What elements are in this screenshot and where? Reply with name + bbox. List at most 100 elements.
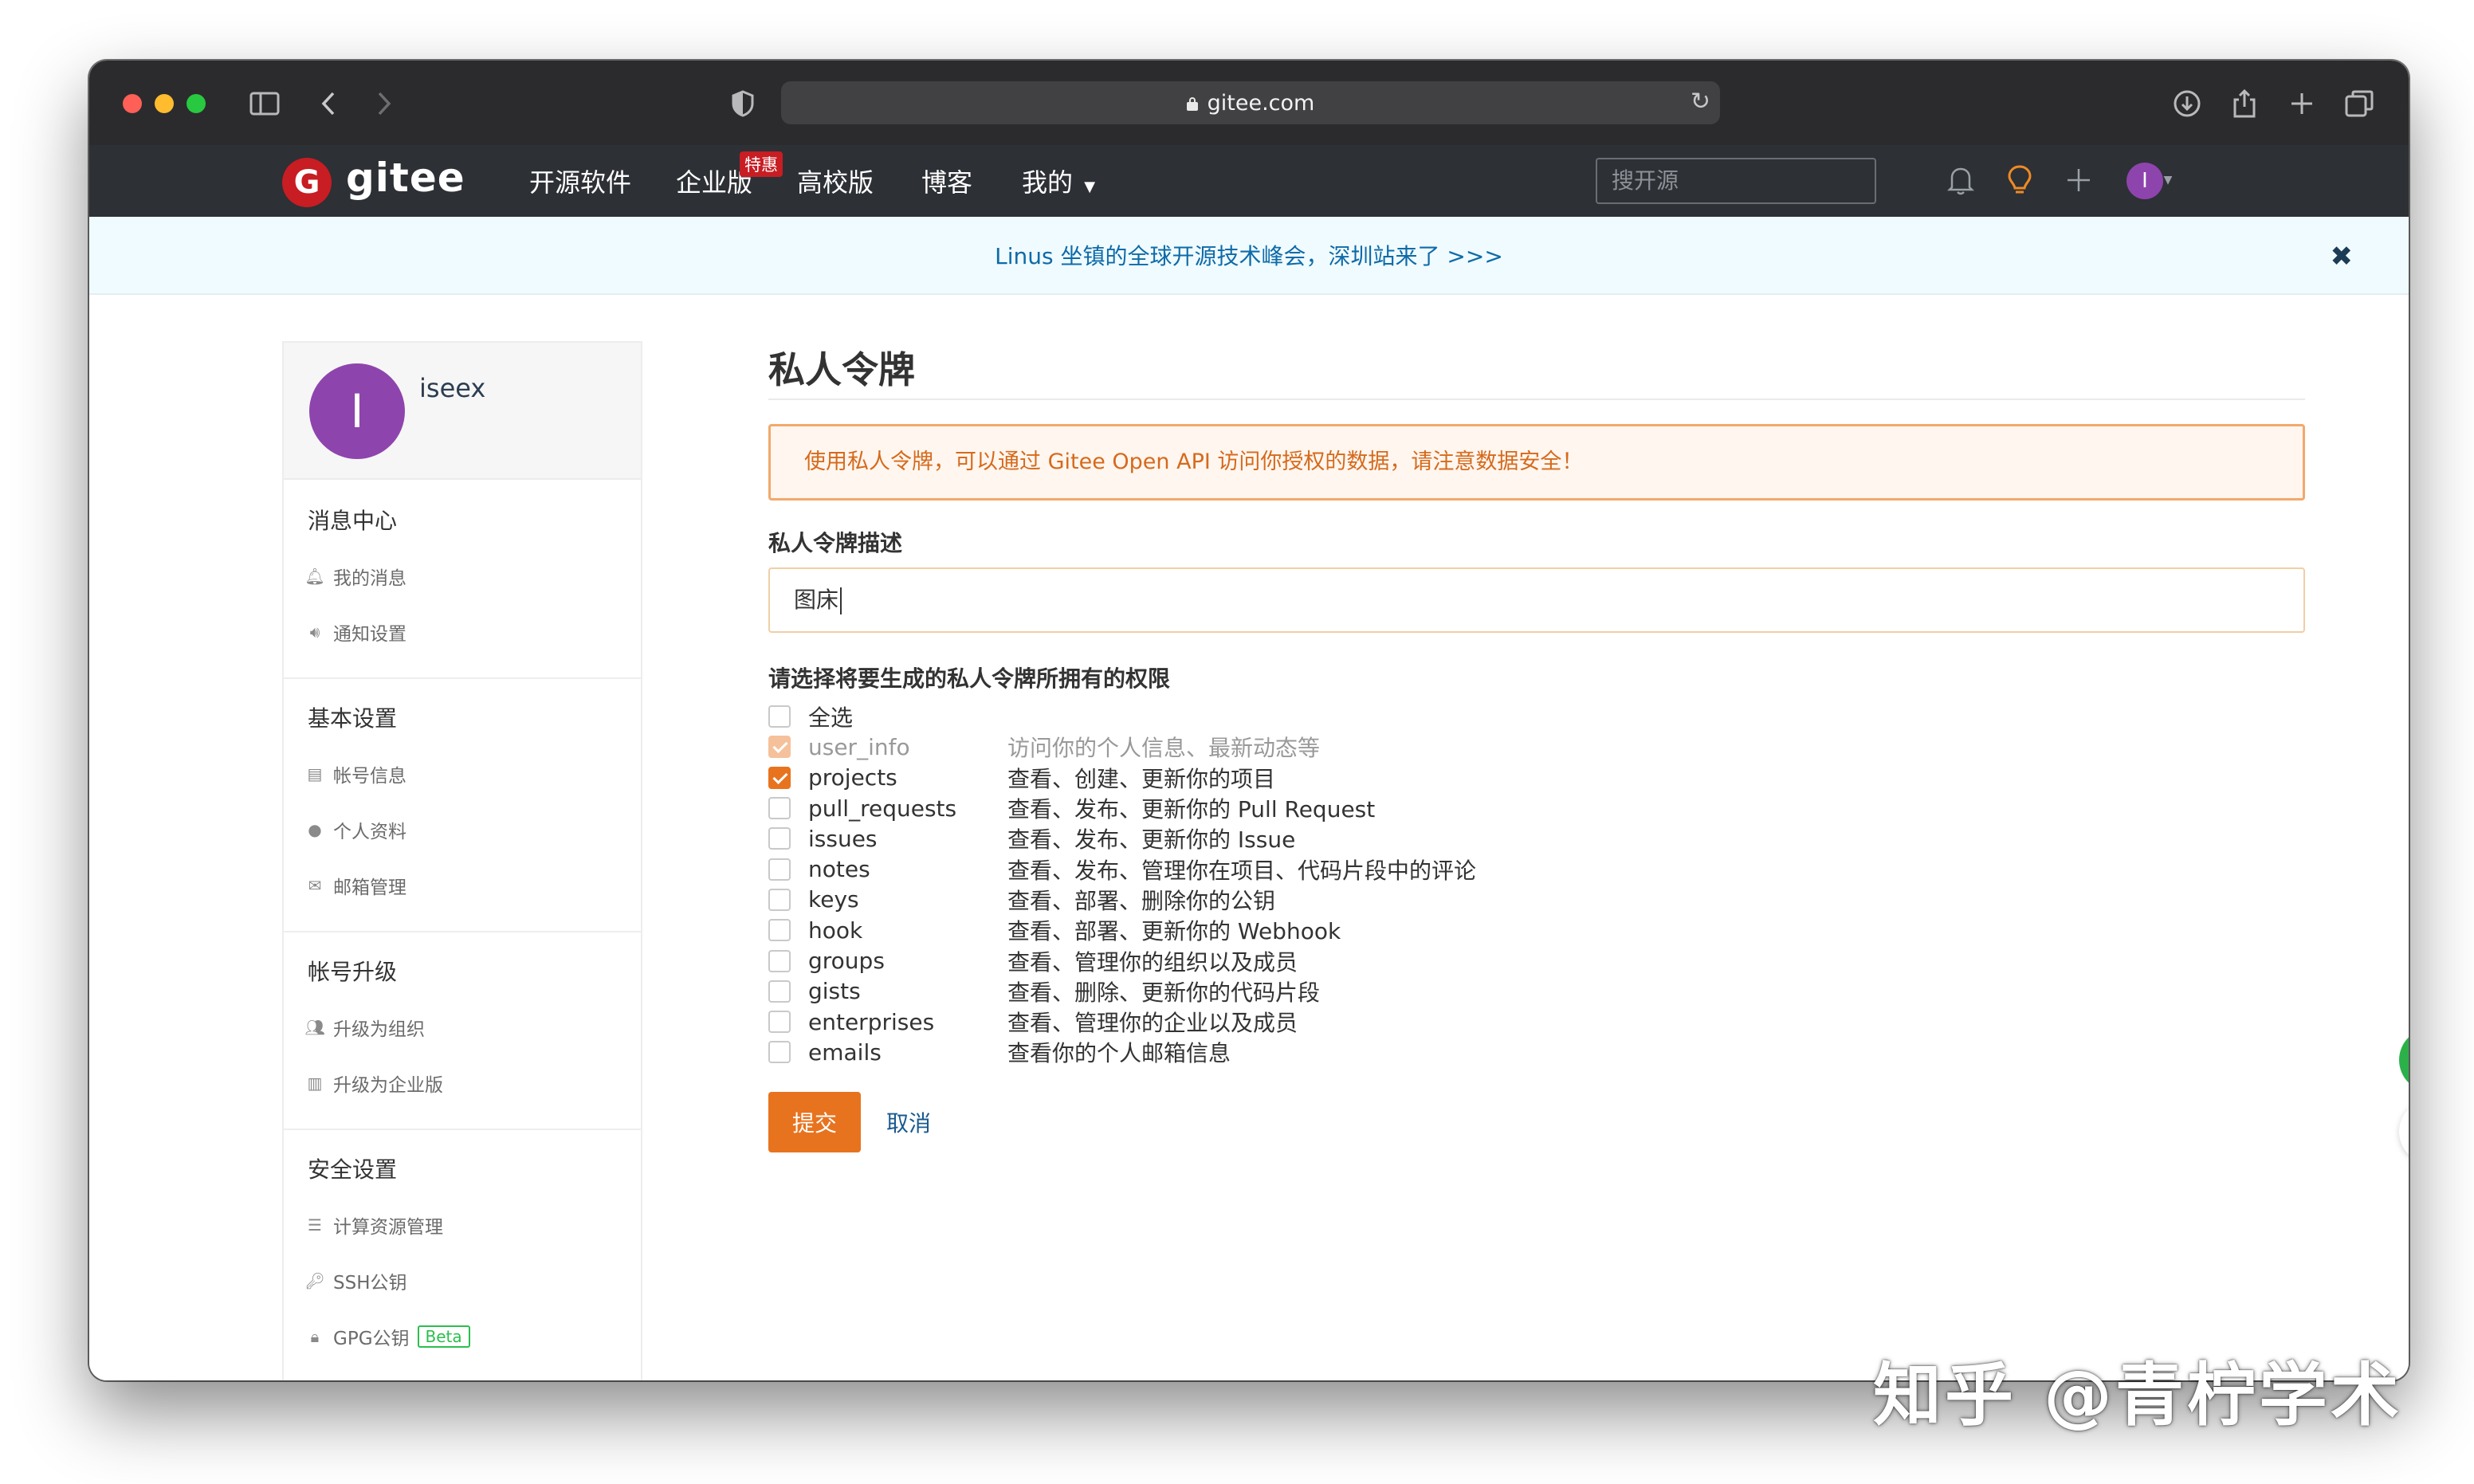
building-icon: ▥ xyxy=(307,1074,323,1093)
divider xyxy=(284,931,641,932)
cancel-link[interactable]: 取消 xyxy=(886,1106,931,1138)
url-text: gitee.com xyxy=(1207,90,1315,116)
permission-desc: 查看、发布、管理你在项目、代码片段中的评论 xyxy=(1007,857,1477,884)
sidebar-item-account-info[interactable]: ▤ 帐号信息 xyxy=(306,760,406,787)
sidebar-item-compute-resources[interactable]: ☰ 计算资源管理 xyxy=(306,1211,443,1239)
bell-icon: 🔔︎ xyxy=(304,567,325,586)
permissions-list: 全选 user_info 访问你的个人信息、最新动态等 projects 查看、… xyxy=(768,701,2305,1068)
enterprises-checkbox[interactable] xyxy=(768,1011,791,1034)
token-description-input[interactable]: 图床 xyxy=(768,567,2305,633)
tab-overview-icon[interactable] xyxy=(2340,84,2378,123)
permission-desc: 查看、删除、更新你的代码片段 xyxy=(1007,979,1321,1006)
avatar-caret-icon[interactable]: ▼ xyxy=(2158,161,2178,199)
permission-groups[interactable]: groups 查看、管理你的组织以及成员 xyxy=(768,945,2305,976)
sidebar-item-upgrade-enterprise[interactable]: ▥ 升级为企业版 xyxy=(306,1070,443,1097)
permission-desc: 查看、发布、更新你的 Issue xyxy=(1007,826,1296,854)
username[interactable]: iseex xyxy=(419,373,485,403)
section-title-messages: 消息中心 xyxy=(308,508,398,534)
search-input[interactable]: 搜开源 xyxy=(1596,158,1876,204)
select-all-checkbox[interactable] xyxy=(768,705,791,728)
nav-education[interactable]: 高校版 xyxy=(797,163,874,199)
banner-link[interactable]: Linus 坐镇的全球开源技术峰会，深圳站来了 >>> xyxy=(995,239,1503,271)
browser-window: gitee.com ↻ G gitee 开源软件 企业版 特惠 高校版 博客 我… xyxy=(89,61,2409,1380)
section-title-security: 安全设置 xyxy=(308,1156,398,1183)
permission-emails[interactable]: emails 查看你的个人邮箱信息 xyxy=(768,1037,2305,1067)
permission-enterprises[interactable]: enterprises 查看、管理你的企业以及成员 xyxy=(768,1007,2305,1037)
sidebar-item-label: 邮箱管理 xyxy=(333,877,406,898)
promo-badge: 特惠 xyxy=(740,151,783,177)
keys-checkbox[interactable] xyxy=(768,888,791,911)
permission-projects[interactable]: projects 查看、创建、更新你的项目 xyxy=(768,763,2305,793)
sidebar-item-my-messages[interactable]: 🔔︎ 我的消息 xyxy=(304,563,406,590)
permission-pull-requests[interactable]: pull_requests 查看、发布、更新你的 Pull Request xyxy=(768,793,2305,823)
emails-checkbox[interactable] xyxy=(768,1041,791,1064)
share-icon[interactable] xyxy=(2225,84,2264,123)
sidebar-item-gpg-keys[interactable]: 🔒︎ GPG公钥 Beta xyxy=(306,1323,470,1350)
close-icon[interactable]: ✖ xyxy=(2331,241,2354,273)
hook-checkbox[interactable] xyxy=(768,919,791,942)
nav-blog[interactable]: 博客 xyxy=(921,163,972,199)
nav-mine[interactable]: 我的 ▼ xyxy=(1022,163,1095,199)
sidebar-item-email[interactable]: ✉ 邮箱管理 xyxy=(306,872,406,899)
projects-checkbox[interactable] xyxy=(768,766,791,789)
id-card-icon: ▤ xyxy=(307,764,323,783)
address-bar[interactable]: gitee.com ↻ xyxy=(781,81,1720,124)
form-actions: 提交 取消 xyxy=(768,1091,2305,1152)
notes-checkbox[interactable] xyxy=(768,858,791,881)
sidebar-item-ssh-keys[interactable]: 🔑︎ SSH公钥 xyxy=(304,1267,406,1294)
permission-desc: 查看、管理你的企业以及成员 xyxy=(1007,1010,1298,1037)
permission-hook[interactable]: hook 查看、部署、更新你的 Webhook xyxy=(768,915,2305,945)
user-icon: ● xyxy=(308,820,322,839)
sidebar-toggle-icon[interactable] xyxy=(245,84,284,123)
permission-gists[interactable]: gists 查看、删除、更新你的代码片段 xyxy=(768,976,2305,1007)
forward-icon[interactable] xyxy=(368,84,400,123)
description-label: 私人令牌描述 xyxy=(768,530,903,556)
sidebar-item-notification-settings[interactable]: 🔊︎ 通知设置 xyxy=(306,618,406,646)
bell-icon[interactable] xyxy=(1942,161,1980,199)
permission-name: groups xyxy=(808,948,885,975)
permission-name: 全选 xyxy=(808,705,854,732)
divider xyxy=(284,677,641,679)
permission-name: projects xyxy=(808,764,897,791)
gists-checkbox[interactable] xyxy=(768,980,791,1003)
permission-desc: 查看、发布、更新你的 Pull Request xyxy=(1007,796,1376,823)
pull-requests-checkbox[interactable] xyxy=(768,797,791,820)
page-title: 私人令牌 xyxy=(768,341,2305,400)
sidebar-item-profile[interactable]: ● 个人资料 xyxy=(306,816,406,843)
divider xyxy=(284,1129,641,1130)
new-tab-icon[interactable] xyxy=(2283,84,2321,123)
permission-select-all[interactable]: 全选 xyxy=(768,701,2305,732)
issues-checkbox[interactable] xyxy=(768,827,791,850)
permission-name: pull_requests xyxy=(808,795,957,822)
permission-keys[interactable]: keys 查看、部署、删除你的公钥 xyxy=(768,885,2305,915)
nav-mine-label: 我的 xyxy=(1022,167,1074,198)
download-icon[interactable] xyxy=(2168,84,2206,123)
lightbulb-icon[interactable] xyxy=(2001,161,2039,199)
users-icon: 👥︎ xyxy=(304,1018,325,1037)
plus-icon[interactable] xyxy=(2060,161,2098,199)
permission-desc: 查看、部署、删除你的公钥 xyxy=(1007,887,1276,914)
gitee-logo-text[interactable]: gitee xyxy=(346,155,465,201)
permission-issues[interactable]: issues 查看、发布、更新你的 Issue xyxy=(768,823,2305,854)
key-icon: 🔑︎ xyxy=(304,1271,325,1290)
gitee-logo-icon[interactable]: G xyxy=(282,158,332,207)
avatar[interactable]: I xyxy=(309,363,405,459)
sidebar-item-label: GPG公钥 xyxy=(333,1329,410,1349)
close-window-button[interactable] xyxy=(123,94,142,113)
sidebar-item-upgrade-org[interactable]: 👥︎ 升级为组织 xyxy=(304,1014,425,1041)
minimize-window-button[interactable] xyxy=(155,94,174,113)
sidebar-item-label: 升级为组织 xyxy=(333,1019,425,1040)
nav-opensource[interactable]: 开源软件 xyxy=(529,163,631,199)
speaker-icon: 🔊︎ xyxy=(309,622,320,642)
back-icon[interactable] xyxy=(312,84,344,123)
permissions-title: 请选择将要生成的私人令牌所拥有的权限 xyxy=(768,665,1171,692)
shield-icon[interactable] xyxy=(724,84,762,123)
groups-checkbox[interactable] xyxy=(768,949,791,972)
reload-icon[interactable]: ↻ xyxy=(1691,88,1710,116)
page-content: I iseex 消息中心 🔔︎ 我的消息 🔊︎ 通知设置 基本设置 ▤ 帐号信息… xyxy=(89,295,2409,1380)
zoom-window-button[interactable] xyxy=(187,94,206,113)
permission-desc: 查看、创建、更新你的项目 xyxy=(1007,765,1276,792)
submit-button[interactable]: 提交 xyxy=(768,1091,861,1152)
sidebar-item-label: 升级为企业版 xyxy=(333,1075,443,1096)
permission-notes[interactable]: notes 查看、发布、管理你在项目、代码片段中的评论 xyxy=(768,854,2305,884)
